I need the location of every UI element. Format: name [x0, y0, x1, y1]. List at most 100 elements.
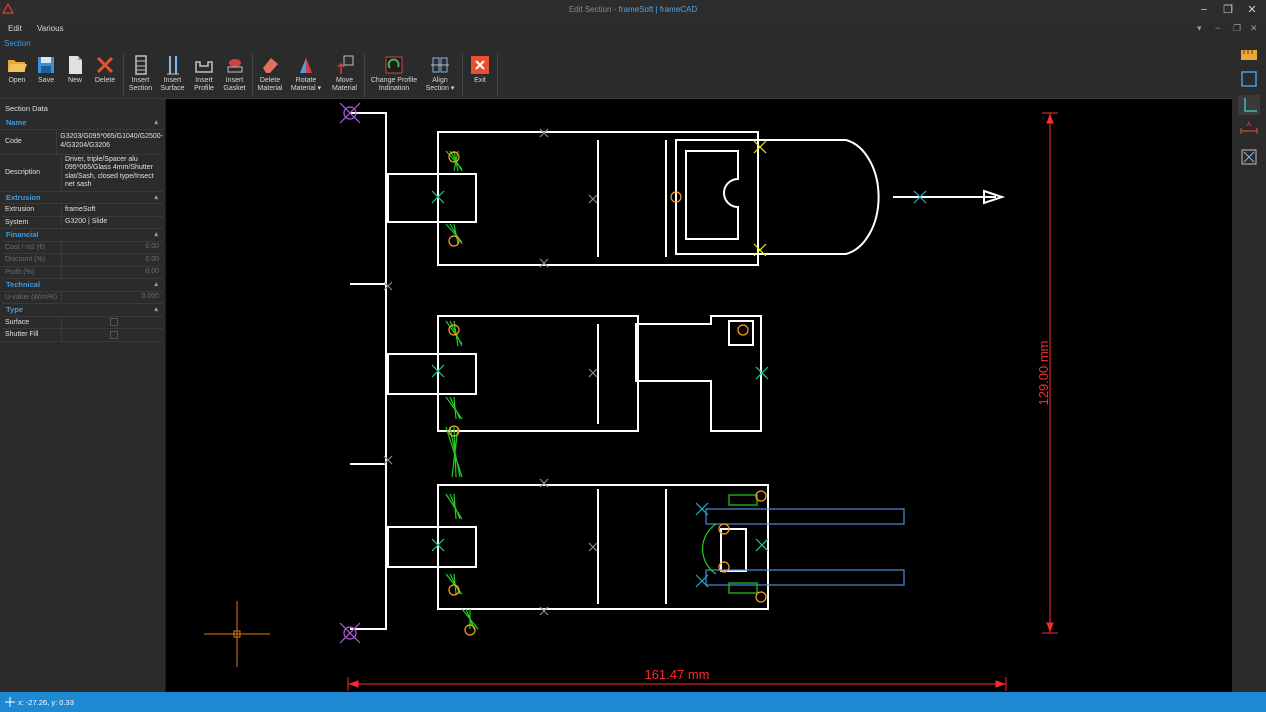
chevron-up-icon[interactable]: ▴: [154, 279, 158, 292]
top-sash-bead[interactable]: [387, 173, 477, 223]
property-value[interactable]: 0.000: [62, 292, 163, 304]
property-value[interactable]: frameSoft: [62, 204, 163, 216]
origin-crosshair: [204, 601, 270, 667]
bottom-sash-profile[interactable]: [437, 484, 769, 610]
insert-surface-label-1: Insert: [163, 77, 182, 84]
rotate-icon: [300, 58, 312, 73]
middle-glass-profile[interactable]: [635, 315, 762, 432]
move-material-button[interactable]: Move Material: [328, 51, 361, 98]
middle-sash-bead[interactable]: [387, 353, 477, 395]
maximize-button[interactable]: ❐: [1219, 3, 1237, 17]
section-drawing[interactable]: 161.47 mm 129.00 mm: [166, 99, 1232, 692]
property-row-surface[interactable]: Surface: [2, 316, 163, 329]
property-row-extrusion[interactable]: Extrusion frameSoft: [2, 204, 163, 217]
width-dimension-label[interactable]: 161.47 mm: [644, 667, 709, 682]
height-dimension-label[interactable]: 129.00 mm: [1036, 340, 1051, 405]
chevron-up-icon[interactable]: ▴: [154, 304, 158, 317]
minimize-button[interactable]: −: [1195, 3, 1213, 17]
status-bar: x: -27.26, y: 0.33: [0, 692, 1266, 712]
outer-frame-profile[interactable]: [350, 112, 387, 630]
zoom-extents-icon[interactable]: [1238, 147, 1260, 167]
move-icon: [336, 55, 353, 74]
property-row-uvalue[interactable]: U-value (W/m²K) 0.000: [2, 291, 163, 304]
property-value[interactable]: Driver, triple/Spacer alu 095*065/Glass …: [62, 155, 163, 191]
dimension-icon[interactable]: A: [1238, 119, 1260, 139]
property-row-description[interactable]: Description Driver, triple/Spacer alu 095…: [2, 154, 163, 192]
insert-section-button[interactable]: Insert Section: [126, 51, 155, 98]
property-value[interactable]: G3203/G095*065/G1040/G2500-4/G3204/G3206: [57, 130, 163, 154]
panel-title: Section Data: [5, 104, 48, 113]
tab-section[interactable]: Section: [4, 39, 31, 48]
title-prefix: Edit Section -: [568, 5, 619, 14]
property-row-cost[interactable]: Cost / m2 (€) 0.00: [2, 241, 163, 254]
new-button[interactable]: New: [62, 51, 88, 98]
save-label: Save: [38, 77, 54, 84]
title-brand: frameSoft | frameCAD: [618, 5, 698, 14]
eraser-icon: [263, 58, 278, 73]
menu-various[interactable]: Various: [37, 24, 64, 33]
align-section-button[interactable]: Align Section ▾: [423, 51, 457, 98]
open-label: Open: [8, 77, 26, 84]
chevron-up-icon[interactable]: ▴: [154, 192, 158, 205]
chevron-up-icon[interactable]: ▴: [154, 229, 158, 242]
change-profile-inclination-button[interactable]: Change Profile Indination: [367, 51, 421, 98]
menu-edit[interactable]: Edit: [8, 24, 22, 33]
category-financial[interactable]: Financial ▴: [2, 229, 163, 242]
insect-net-sash[interactable]: [705, 508, 905, 586]
snap-icon[interactable]: [1238, 95, 1260, 115]
property-row-shutter-fill[interactable]: Shutter Fill: [2, 329, 163, 342]
category-extrusion-label: Extrusion: [6, 192, 41, 202]
ribbon-toolbar: Open Save New Delete Insert Section Inse…: [0, 51, 1232, 99]
insert-gasket-button[interactable]: Insert Gasket: [220, 51, 249, 98]
category-type-label: Type: [6, 305, 23, 314]
align-section-label-1: Align: [432, 77, 448, 84]
ruler-icon[interactable]: [1238, 45, 1260, 65]
save-button[interactable]: Save: [33, 51, 59, 98]
property-value[interactable]: G3200 | Slide: [62, 217, 163, 229]
category-name[interactable]: Name ▴: [2, 117, 163, 130]
rectangle-select-icon[interactable]: [1238, 69, 1260, 89]
surface-checkbox[interactable]: [110, 318, 118, 327]
drawing-canvas[interactable]: 161.47 mm 129.00 mm: [166, 99, 1232, 692]
ribbon-separator: [462, 53, 463, 97]
right-toolbar: A: [1232, 37, 1266, 692]
insert-profile-button[interactable]: Insert Profile: [190, 51, 218, 98]
category-type[interactable]: Type ▴: [2, 304, 163, 317]
mdi-minimize-icon[interactable]: −: [1215, 23, 1220, 33]
close-button[interactable]: ✕: [1243, 3, 1261, 17]
chevron-down-icon[interactable]: ▾: [1197, 23, 1202, 34]
property-row-profit[interactable]: Profit (%) 0.00: [2, 266, 163, 279]
delete-material-label-1: Delete: [259, 77, 281, 84]
mdi-restore-icon[interactable]: ❐: [1233, 23, 1241, 34]
middle-sash-profile[interactable]: [437, 315, 639, 432]
ribbon-tab-row: Section: [0, 37, 1232, 51]
property-value[interactable]: [62, 317, 163, 329]
insert-surface-button[interactable]: Insert Surface: [158, 51, 187, 98]
property-row-discount[interactable]: Discount (%) 0.00: [2, 254, 163, 267]
chevron-up-icon[interactable]: ▴: [154, 117, 158, 130]
property-value[interactable]: 0.00: [62, 242, 163, 254]
delete-material-button[interactable]: Delete Material: [255, 51, 285, 98]
mdi-close-icon[interactable]: ✕: [1250, 23, 1258, 34]
delete-material-label-2: Material: [257, 85, 283, 92]
shutter-fill-checkbox[interactable]: [110, 330, 118, 339]
insert-profile-label-2: Profile: [194, 85, 214, 92]
bottom-sash-bead[interactable]: [387, 526, 477, 568]
property-value[interactable]: 0.00: [62, 254, 163, 266]
exit-button[interactable]: Exit: [467, 51, 493, 98]
delete-button[interactable]: Delete: [91, 51, 119, 98]
property-row-code[interactable]: Code G3203/G095*065/G1040/G2500-4/G3204/G…: [2, 129, 163, 155]
rotate-material-button[interactable]: Rotate Material ▾: [288, 51, 324, 98]
property-key: Extrusion: [2, 204, 62, 216]
snap-markers[interactable]: [339, 102, 927, 644]
property-value[interactable]: 0.00: [62, 267, 163, 279]
property-value[interactable]: [62, 329, 163, 341]
category-technical[interactable]: Technical ▴: [2, 279, 163, 292]
shutter-slat-profile[interactable]: [675, 139, 880, 255]
exit-label: Exit: [474, 77, 486, 84]
property-row-system[interactable]: System G3200 | Slide: [2, 216, 163, 229]
change-profile-label-2: Indination: [378, 85, 410, 92]
category-extrusion[interactable]: Extrusion ▴: [2, 192, 163, 205]
property-key: Description: [2, 154, 62, 191]
open-button[interactable]: Open: [4, 51, 30, 98]
